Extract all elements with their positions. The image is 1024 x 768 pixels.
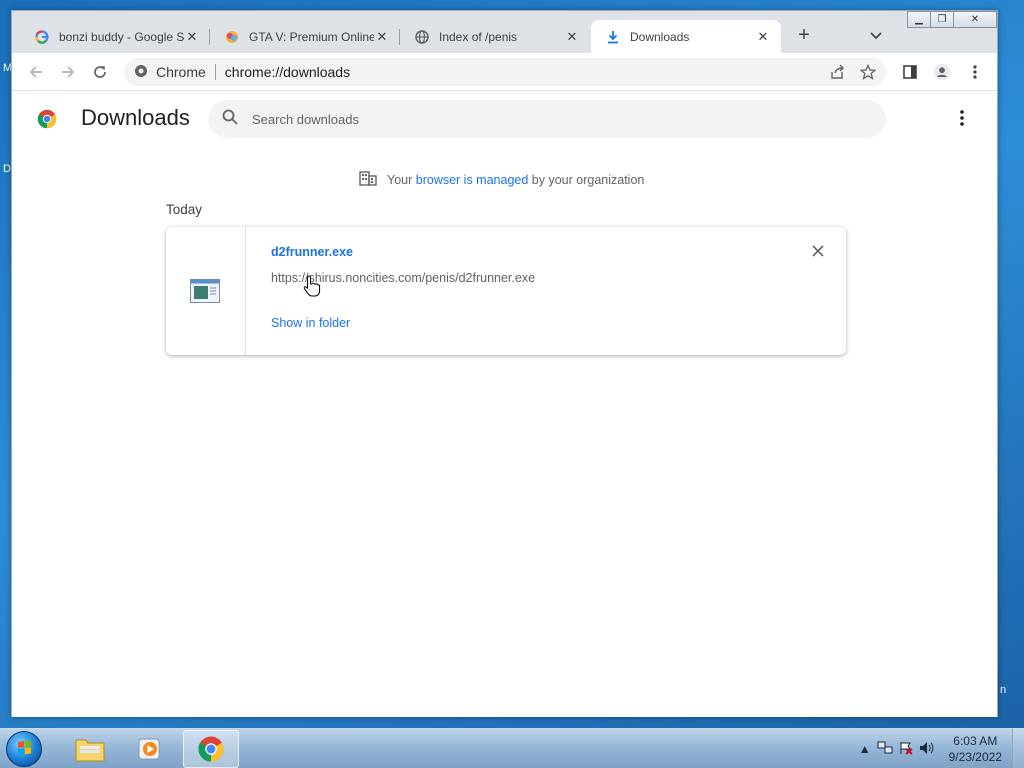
search-input[interactable] xyxy=(252,111,852,127)
tab-downloads[interactable]: Downloads ✕ xyxy=(591,20,781,53)
volume-icon[interactable] xyxy=(919,741,935,758)
action-center-flag-icon[interactable] xyxy=(899,741,913,758)
omnibox-divider xyxy=(214,64,216,80)
close-window-button[interactable]: ✕ xyxy=(953,11,997,28)
more-menu-icon[interactable] xyxy=(966,63,984,81)
taskbar: ▲ 6:03 AM 9/23/2022 xyxy=(0,728,1024,768)
network-icon[interactable] xyxy=(877,741,893,758)
show-in-folder-link[interactable]: Show in folder xyxy=(271,316,350,330)
maximize-button[interactable]: ❐ xyxy=(930,11,954,28)
clock-date: 9/23/2022 xyxy=(948,750,1002,764)
gta-icon xyxy=(224,29,240,45)
page-title: Downloads xyxy=(81,105,190,130)
building-icon xyxy=(359,170,377,189)
file-icon-column xyxy=(166,227,246,355)
chrome-site-icon xyxy=(134,64,148,81)
windows-logo-icon xyxy=(18,740,31,755)
taskbar-clock[interactable]: 6:03 AM 9/23/2022 xyxy=(949,733,1002,765)
download-filename-link[interactable]: d2frunner.exe xyxy=(271,245,353,259)
toolbar: Chrome chrome://downloads xyxy=(12,53,997,91)
globe-icon xyxy=(414,29,430,45)
managed-prefix: Your xyxy=(387,172,413,187)
close-tab-icon[interactable]: ✕ xyxy=(564,29,580,45)
media-player-icon xyxy=(138,738,160,760)
downloads-menu-icon[interactable] xyxy=(956,110,968,126)
back-icon[interactable] xyxy=(27,63,45,81)
new-tab-button[interactable]: + xyxy=(792,24,816,47)
desktop-icon-label-fragment: D xyxy=(3,163,11,175)
desktop-icon-label-fragment: n xyxy=(1000,684,1007,696)
reload-icon[interactable] xyxy=(91,63,109,81)
download-icon xyxy=(605,29,621,45)
tab-strip: bonzi buddy - Google S ✕ GTA V: Premium … xyxy=(12,11,997,53)
profile-avatar-icon[interactable] xyxy=(933,63,951,81)
start-button[interactable] xyxy=(6,731,42,767)
omnibox-actions xyxy=(830,63,877,83)
share-icon[interactable] xyxy=(830,64,846,83)
minimize-button[interactable]: ▁ xyxy=(907,11,931,28)
managed-link[interactable]: browser is managed xyxy=(416,173,529,187)
chrome-icon xyxy=(198,736,224,762)
origin-chip: Chrome xyxy=(156,64,206,80)
managed-notice: Your browser is managed by your organiza… xyxy=(359,170,644,189)
tab-index[interactable]: Index of /penis ✕ xyxy=(400,20,590,53)
taskbar-media-player-button[interactable] xyxy=(122,730,178,768)
exe-file-icon xyxy=(190,279,220,303)
remove-download-close-icon[interactable] xyxy=(812,244,824,262)
date-section-header: Today xyxy=(166,202,203,217)
downloads-page: Downloads Your browser is managed by you… xyxy=(12,92,997,717)
forward-icon[interactable] xyxy=(59,63,77,81)
close-tab-icon[interactable]: ✕ xyxy=(184,29,200,45)
taskbar-chrome-button[interactable] xyxy=(183,730,239,768)
tab-title: GTA V: Premium Online xyxy=(249,29,374,44)
google-icon xyxy=(34,29,50,45)
tab-title: bonzi buddy - Google S xyxy=(59,29,184,44)
address-bar[interactable]: Chrome chrome://downloads xyxy=(124,58,886,86)
page-header: Downloads xyxy=(12,92,997,148)
show-hidden-icons-arrow-icon[interactable]: ▲ xyxy=(859,742,871,756)
tab-google-search[interactable]: bonzi buddy - Google S ✕ xyxy=(20,20,210,53)
tab-title: Index of /penis xyxy=(439,29,518,44)
tray-icons: ▲ xyxy=(859,741,935,758)
close-tab-icon[interactable]: ✕ xyxy=(755,29,771,45)
managed-suffix: by your organization xyxy=(531,172,645,187)
clock-time: 6:03 AM xyxy=(953,734,998,748)
tab-search-chevron-icon[interactable] xyxy=(870,27,882,45)
chrome-logo-icon xyxy=(37,109,57,129)
tab-title: Downloads xyxy=(630,29,690,44)
search-downloads-box[interactable] xyxy=(208,100,886,138)
taskbar-explorer-button[interactable] xyxy=(62,730,118,768)
close-tab-icon[interactable]: ✕ xyxy=(374,29,390,45)
hand-cursor-icon xyxy=(303,275,321,297)
tab-gta[interactable]: GTA V: Premium Online ✕ xyxy=(210,20,400,53)
bookmark-star-icon[interactable] xyxy=(859,63,877,83)
window-controls: ▁ ❐ ✕ xyxy=(907,11,997,28)
url-text[interactable]: chrome://downloads xyxy=(225,64,350,80)
side-panel-icon[interactable] xyxy=(901,63,919,81)
folder-icon xyxy=(75,739,105,762)
search-icon xyxy=(222,109,238,130)
system-tray: ▲ 6:03 AM 9/23/2022 xyxy=(859,729,1024,768)
show-desktop-button[interactable] xyxy=(1012,729,1024,768)
download-item-card: d2frunner.exe https://shirus.noncities.c… xyxy=(166,227,846,355)
browser-window: bonzi buddy - Google S ✕ GTA V: Premium … xyxy=(11,10,998,717)
